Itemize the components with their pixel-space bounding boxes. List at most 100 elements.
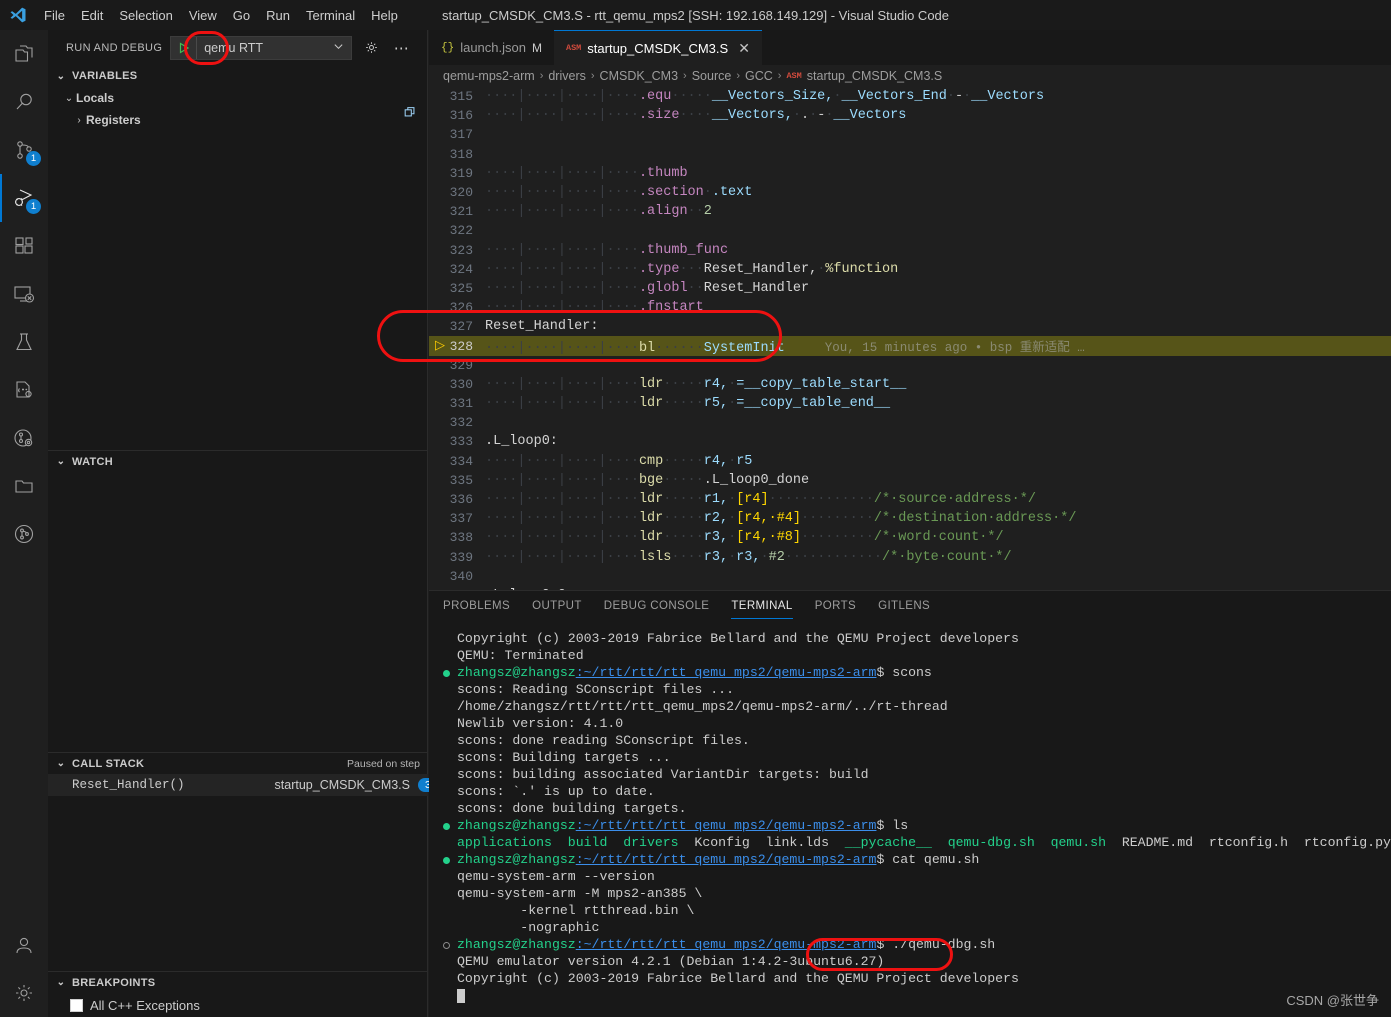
- code-line[interactable]: 325····|····|····|····.globl··Reset_Hand…: [429, 279, 1391, 298]
- git-blame-annotation[interactable]: You, 15 minutes ago • bsp 重新适配 …: [785, 341, 1085, 355]
- code-line[interactable]: 339····|····|····|····lsls····r3,·r3,·#2…: [429, 548, 1391, 567]
- menu-help[interactable]: Help: [363, 4, 406, 27]
- code-line[interactable]: 335····|····|····|····bge·····.L_loop0_d…: [429, 471, 1391, 490]
- code-line[interactable]: 338····|····|····|····ldr·····r3,·[r4,·#…: [429, 528, 1391, 547]
- source-control-icon[interactable]: 1: [0, 126, 48, 174]
- chevron-down-icon: ⌄: [54, 456, 68, 467]
- code-line[interactable]: 322: [429, 221, 1391, 240]
- close-icon[interactable]: ✕: [738, 40, 750, 57]
- code-line[interactable]: 323····|····|····|····.thumb_func: [429, 241, 1391, 260]
- menu-edit[interactable]: Edit: [73, 4, 111, 27]
- breadcrumb-item[interactable]: drivers: [548, 69, 586, 83]
- code-line-current[interactable]: ▷328····|····|····|····bl······SystemIni…: [429, 336, 1391, 355]
- code-line[interactable]: 318: [429, 145, 1391, 164]
- section-header-variables[interactable]: ⌄ VARIABLES: [48, 65, 427, 87]
- menu-bar[interactable]: File Edit Selection View Go Run Terminal…: [36, 4, 406, 27]
- search-icon[interactable]: [0, 78, 48, 126]
- call-stack-frame-row[interactable]: Reset_Handler() startup_CMSDK_CM3.S 328:…: [48, 774, 428, 796]
- code-token: ·: [728, 550, 736, 565]
- code-line[interactable]: 321····|····|····|····.align··2: [429, 202, 1391, 221]
- folder-icon[interactable]: [0, 462, 48, 510]
- code-token: ldr: [639, 492, 663, 507]
- breadcrumb-item[interactable]: Source: [692, 69, 732, 83]
- code-text: ····|····|····|····.thumb: [485, 166, 1391, 181]
- code-line[interactable]: 324····|····|····|····.type···Reset_Hand…: [429, 260, 1391, 279]
- line-number: 320: [429, 185, 485, 200]
- code-token: ····|····|····|····: [485, 262, 639, 277]
- git-graph-icon[interactable]: [0, 510, 48, 558]
- code-line[interactable]: 333.L_loop0:: [429, 432, 1391, 451]
- testing-flask-icon[interactable]: [0, 318, 48, 366]
- code-token: .equ: [639, 89, 671, 104]
- code-line[interactable]: 331····|····|····|····ldr·····r5,·=__cop…: [429, 394, 1391, 413]
- code-line[interactable]: 317: [429, 125, 1391, 144]
- explorer-icon[interactable]: [0, 30, 48, 78]
- code-line[interactable]: 329: [429, 356, 1391, 375]
- code-line[interactable]: 320····|····|····|····.section·.text: [429, 183, 1391, 202]
- section-header-breakpoints[interactable]: ⌄ BREAKPOINTS: [48, 971, 428, 993]
- more-actions-icon[interactable]: ⋯: [390, 37, 412, 59]
- tab-startup-asm[interactable]: ASM startup_CMSDK_CM3.S ✕: [554, 30, 762, 65]
- code-text: ····|····|····|····.thumb_func: [485, 243, 1391, 258]
- breadcrumb-item[interactable]: startup_CMSDK_CM3.S: [807, 69, 942, 83]
- section-header-call-stack[interactable]: ⌄ CALL STACK Paused on step: [48, 752, 428, 774]
- tree-row-registers[interactable]: › Registers: [48, 109, 427, 131]
- breakpoint-checkbox[interactable]: [70, 999, 83, 1012]
- tab-ports[interactable]: PORTS: [815, 591, 856, 621]
- settings-gear-icon[interactable]: [0, 969, 48, 1017]
- tab-terminal[interactable]: TERMINAL: [731, 591, 792, 621]
- collapse-all-icon[interactable]: [403, 105, 417, 122]
- code-token: ··: [688, 204, 704, 219]
- run-and-debug-badge: 1: [26, 199, 41, 214]
- accounts-icon[interactable]: [0, 921, 48, 969]
- gitlens-icon[interactable]: [0, 414, 48, 462]
- gear-icon[interactable]: [360, 37, 382, 59]
- code-token: /*·byte·count·*/: [882, 550, 1012, 565]
- code-line[interactable]: 319····|····|····|····.thumb: [429, 164, 1391, 183]
- code-line[interactable]: 327Reset_Handler:: [429, 317, 1391, 336]
- code-line[interactable]: 334····|····|····|····cmp·····r4,·r5: [429, 452, 1391, 471]
- code-token: r5: [736, 454, 752, 469]
- menu-view[interactable]: View: [181, 4, 225, 27]
- code-line[interactable]: 337····|····|····|····ldr·····r2,·[r4,·#…: [429, 509, 1391, 528]
- code-line[interactable]: 315····|····|····|····.equ·····__Vectors…: [429, 87, 1391, 106]
- code-line[interactable]: 316····|····|····|····.size····__Vectors…: [429, 106, 1391, 125]
- breadcrumb-item[interactable]: qemu-mps2-arm: [443, 69, 535, 83]
- line-number: 330: [429, 377, 485, 392]
- code-line[interactable]: 336····|····|····|····ldr·····r1,·[r4]··…: [429, 490, 1391, 509]
- remote-explorer-icon[interactable]: [0, 270, 48, 318]
- menu-run[interactable]: Run: [258, 4, 298, 27]
- code-token: ·: [728, 530, 736, 545]
- section-header-watch[interactable]: ⌄ WATCH: [48, 450, 428, 472]
- code-line[interactable]: 332: [429, 413, 1391, 432]
- breadcrumb-item[interactable]: GCC: [745, 69, 773, 83]
- tab-problems[interactable]: PROBLEMS: [443, 591, 510, 621]
- extensions-icon[interactable]: [0, 222, 48, 270]
- start-debugging-play-icon[interactable]: [171, 37, 197, 59]
- menu-file[interactable]: File: [36, 4, 73, 27]
- tab-output[interactable]: OUTPUT: [532, 591, 582, 621]
- asm-file-icon: ASM: [566, 43, 581, 53]
- launch-configuration-select[interactable]: qemu RTT: [170, 36, 352, 60]
- code-editor[interactable]: 315····|····|····|····.equ·····__Vectors…: [429, 87, 1391, 590]
- chevron-down-icon: ⌄: [54, 977, 68, 988]
- breadcrumb-item[interactable]: CMSDK_CM3: [600, 69, 679, 83]
- tab-debug-console[interactable]: DEBUG CONSOLE: [604, 591, 710, 621]
- run-and-debug-icon[interactable]: 1: [0, 174, 48, 222]
- code-line[interactable]: 340: [429, 567, 1391, 586]
- cpp-config-icon[interactable]: [0, 366, 48, 414]
- code-token: ·: [947, 89, 955, 104]
- tree-row-locals[interactable]: ⌄ Locals: [48, 87, 427, 109]
- tab-gitlens[interactable]: GITLENS: [878, 591, 930, 621]
- code-line[interactable]: 330····|····|····|····ldr·····r4,·=__cop…: [429, 375, 1391, 394]
- tab-launch-json[interactable]: {} launch.json M: [429, 30, 554, 65]
- editor-group: {} launch.json M ASM startup_CMSDK_CM3.S…: [429, 30, 1391, 1017]
- menu-go[interactable]: Go: [225, 4, 258, 27]
- terminal-output[interactable]: Copyright (c) 2003-2019 Fabrice Bellard …: [429, 621, 1391, 1017]
- menu-terminal[interactable]: Terminal: [298, 4, 363, 27]
- breakpoint-item[interactable]: All C++ Exceptions: [48, 993, 428, 1017]
- code-line[interactable]: 326····|····|····|····.fnstart: [429, 298, 1391, 317]
- code-token: .section: [639, 185, 704, 200]
- menu-selection[interactable]: Selection: [111, 4, 180, 27]
- chevron-down-icon[interactable]: [333, 41, 351, 55]
